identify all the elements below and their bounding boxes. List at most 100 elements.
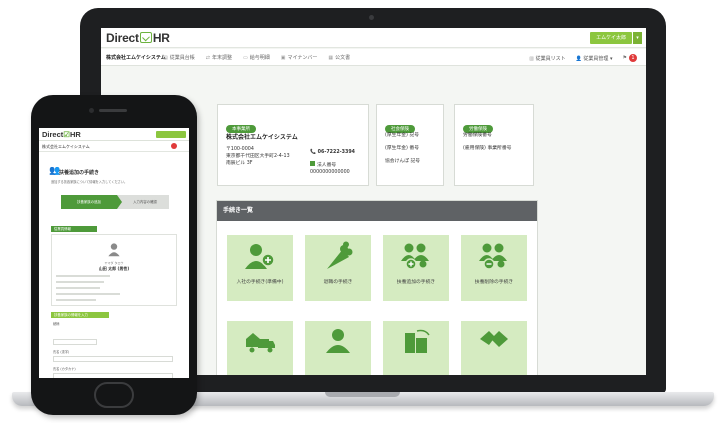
relationship-select[interactable] <box>53 339 97 345</box>
procedure-tile-personal-info[interactable] <box>305 321 371 375</box>
notification-badge[interactable] <box>171 143 177 149</box>
labor-line: 労働保険番号 <box>463 133 492 138</box>
mobile-app-logo[interactable]: Direct☑HR <box>42 130 81 139</box>
notification-button[interactable]: ⚑ 1 <box>623 54 637 62</box>
corp-number-icon <box>310 161 315 166</box>
user-button[interactable]: エムケイ太郎 <box>590 32 632 44</box>
employee-name: 山田 太郎 (男性) <box>98 266 130 271</box>
procedure-tile-office[interactable] <box>383 321 449 375</box>
office-address-2: 南辰ビル 3F <box>226 161 253 166</box>
phone-icon: 📞 <box>310 150 318 155</box>
nav-item-my-number[interactable]: ▣ マイナンバー <box>281 54 318 61</box>
nav-item-year-end-adjustment[interactable]: ⇄ 年末調整 <box>206 54 232 61</box>
field-label-name-kanji: 氏名 (漢字) <box>53 350 70 354</box>
document-icon: ▦ <box>328 55 334 61</box>
nav-label: 公文書 <box>335 55 351 61</box>
id-card-icon: ▣ <box>280 55 286 61</box>
company-name: 株式会社エムケイシステム <box>106 55 166 61</box>
mobile-header: Direct☑HR <box>39 128 189 141</box>
procedure-tile-retirement[interactable]: 退職の手続き <box>305 235 371 301</box>
mobile-user-button[interactable] <box>156 131 186 138</box>
speaker-icon <box>99 109 127 112</box>
camera-icon <box>369 15 374 20</box>
nav-label: 給与明細 <box>249 55 270 61</box>
device-mockup: Direct HR エムケイ太郎 ▾ 株式会社エムケイシステム ▤ 従業員台帳 ⇄ 年… <box>0 0 725 423</box>
nav-item-payslip[interactable]: ▭ 給与明細 <box>243 54 270 61</box>
handshake-icon <box>480 331 508 347</box>
social-insurance-card: 社会保険 (厚生年金) 記号 (厚生年金) 番号 協会けんぽ 記号 <box>376 104 444 186</box>
bouquet-icon <box>327 241 353 269</box>
exchange-icon: ⇄ <box>205 55 210 61</box>
mobile-company-bar: 株式会社エムケイシステム <box>39 141 189 152</box>
flag-icon: ⚑ <box>622 55 627 61</box>
name-kanji-input[interactable] <box>53 356 173 362</box>
nav-label: 年末調整 <box>211 55 232 61</box>
procedure-tile-dependent-add[interactable]: 扶養追加の手続き <box>383 235 449 301</box>
app-header: Direct HR エムケイ太郎 ▾ <box>101 28 646 48</box>
employee-list-link[interactable]: ▥ 従業員リスト <box>529 55 565 62</box>
procedures-title: 手続き一覧 <box>217 201 537 221</box>
social-line: (厚生年金) 記号 <box>385 133 420 138</box>
person-icon <box>326 329 350 353</box>
camera-icon <box>89 108 94 113</box>
office-phone: 📞 06-7222-3394 <box>310 149 355 157</box>
admin-menu-label: 従業員管理 ▾ <box>583 55 613 62</box>
nav-item-employee-ledger[interactable]: ▤ 従業員台帳 <box>163 54 195 61</box>
laptop-notch <box>325 392 400 397</box>
office-phone-number: 06-7222-3394 <box>317 150 356 155</box>
employee-kana: ヤマダ タロウ <box>104 261 124 265</box>
phone-device: Direct☑HR 株式会社エムケイシステム 👥 扶養追加の手続き 追加する扶養… <box>31 95 197 415</box>
tile-label: 扶養削除の手続き <box>474 280 514 285</box>
tile-label: 退職の手続き <box>323 280 353 285</box>
labor-insurance-card: 労働保険 労働保険番号 (雇用保険) 事業所番号 <box>454 104 534 186</box>
admin-menu[interactable]: 👤 従業員管理 ▾ <box>576 55 613 62</box>
social-line: 協会けんぽ 記号 <box>385 159 421 164</box>
logo-text-right: HR <box>70 130 81 139</box>
nav-right: ▥ 従業員リスト 👤 従業員管理 ▾ ⚑ 1 <box>529 54 637 62</box>
person-add-icon <box>245 244 275 269</box>
mobile-page-subtitle: 追加する扶養家族について情報を入力してください。 <box>51 180 128 184</box>
check-badge-icon <box>139 32 152 43</box>
office-name: 株式会社エムケイシステム <box>226 134 298 141</box>
field-label-relationship: 続柄 <box>53 322 60 326</box>
nav-items: ▤ 従業員台帳 ⇄ 年末調整 ▭ 給与明細 ▣ マイナンバー ▦ 公文書 <box>163 54 350 61</box>
family-remove-icon <box>479 243 507 270</box>
detail-line <box>56 293 120 295</box>
name-kana-input[interactable] <box>53 373 173 378</box>
social-line: (厚生年金) 番号 <box>385 146 420 151</box>
tile-label: 入社の手続き(準備中) <box>236 280 284 285</box>
section-employee: 従業員情報 <box>51 226 97 232</box>
detail-line <box>56 281 104 283</box>
labor-line: (雇用保険) 事業所番号 <box>463 146 512 151</box>
detail-line <box>56 275 110 277</box>
nav-label: 従業員台帳 <box>169 55 195 61</box>
avatar <box>108 243 120 257</box>
step-active: 扶養家族の追加 <box>61 195 122 209</box>
mobile-page-title: 扶養追加の手続き <box>59 170 100 176</box>
step-indicator: 扶養家族の追加 入力内容の確認 <box>61 195 169 209</box>
corp-number: 0000000000000 <box>310 170 350 175</box>
procedure-tile-dependent-remove[interactable]: 扶養削除の手続き <box>461 235 527 301</box>
logo-text-left: Direct <box>106 31 139 45</box>
logo-text-left: Direct <box>42 130 64 139</box>
building-icon <box>405 329 430 353</box>
procedure-tile-contract[interactable] <box>461 321 527 375</box>
nav-label: マイナンバー <box>287 55 318 61</box>
main-nav: 株式会社エムケイシステム ▤ 従業員台帳 ⇄ 年末調整 ▭ 給与明細 ▣ マイナンバー … <box>101 49 646 66</box>
ledger-icon: ▤ <box>163 55 168 61</box>
procedure-tile-onboarding[interactable]: 入社の手続き(準備中) <box>227 235 293 301</box>
section-dependent: 扶養家族の情報を入力 <box>51 312 109 318</box>
app-logo[interactable]: Direct HR <box>106 31 170 45</box>
employee-list-label: 従業員リスト <box>535 55 566 62</box>
nav-item-official-documents[interactable]: ▦ 公文書 <box>328 54 350 61</box>
detail-line <box>56 287 100 289</box>
check-badge-icon: ☑ <box>63 130 70 139</box>
home-button[interactable] <box>94 382 134 408</box>
phone-screen: Direct☑HR 株式会社エムケイシステム 👥 扶養追加の手続き 追加する扶養… <box>39 128 189 378</box>
chevron-down-icon[interactable]: ▾ <box>633 32 642 44</box>
employee-card: ヤマダ タロウ 山田 太郎 (男性) <box>51 234 177 306</box>
corp-label-text: 法人番号 <box>317 163 337 168</box>
procedure-tile-relocation[interactable] <box>227 321 293 375</box>
procedures-panel: 手続き一覧 入社の手続き(準備中) 退職の手続き 扶養追加の手続き 扶養削除の手… <box>216 200 538 375</box>
logo-text-right: HR <box>152 31 170 45</box>
